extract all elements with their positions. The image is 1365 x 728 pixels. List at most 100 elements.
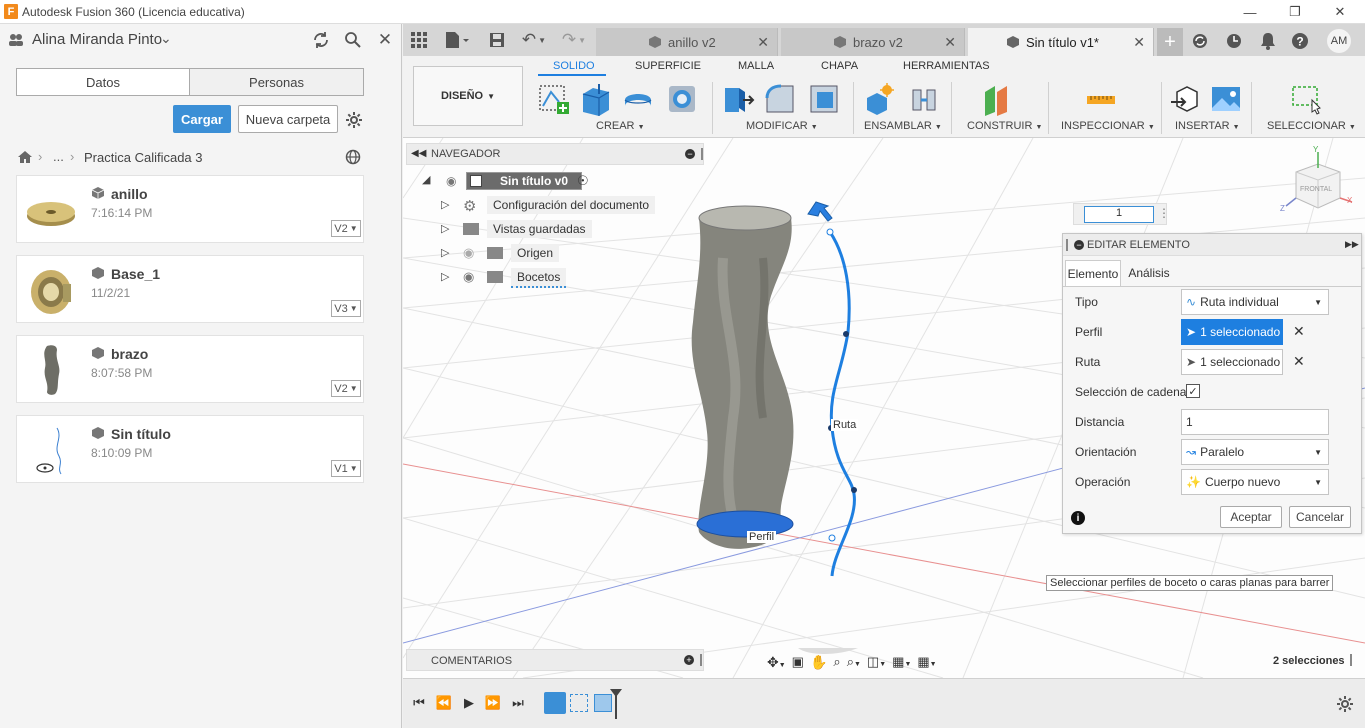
search-icon[interactable]	[343, 30, 363, 50]
file-menu-icon[interactable]	[443, 30, 471, 50]
add-comment-icon[interactable]: +	[684, 655, 694, 665]
undo-icon[interactable]: ↶ ▼	[519, 30, 549, 50]
expand-triangle-icon[interactable]: ◢	[422, 173, 430, 186]
edit-panel-header[interactable]: − EDITAR ELEMENTO ▶▶	[1063, 234, 1361, 256]
clear-profile-icon[interactable]: ✕	[1293, 323, 1305, 340]
joint-icon[interactable]	[907, 82, 941, 116]
measure-icon[interactable]	[1085, 82, 1119, 116]
breadcrumb-ellipsis[interactable]: ...	[53, 149, 64, 164]
job-status-icon[interactable]	[1223, 30, 1245, 52]
help-icon[interactable]: ?	[1289, 30, 1311, 52]
zoom-icon[interactable]: ⌕	[833, 654, 840, 670]
insert-derive-icon[interactable]	[1169, 82, 1203, 116]
ribbon-tab-herramientas[interactable]: HERRAMIENTAS	[903, 60, 990, 72]
group-inspeccionar[interactable]: INSPECCIONAR ▼	[1061, 120, 1155, 132]
viewcube[interactable]: FRONTAL Y X Z	[1280, 145, 1356, 220]
expand-triangle-icon[interactable]: ▷	[441, 222, 449, 235]
eye-icon[interactable]: ◉	[446, 174, 456, 188]
navigator-item-views[interactable]: ▷ Vistas guardadas	[441, 220, 641, 240]
profile-selection[interactable]	[696, 510, 794, 538]
version-dropdown[interactable]: V2 ▼	[331, 220, 361, 237]
grid-settings-icon[interactable]: ▦▼	[892, 654, 911, 670]
tab-anillo[interactable]: anillo v2 ✕	[596, 28, 778, 56]
distance-input[interactable]: 1	[1084, 206, 1154, 223]
timeline-settings-gear-icon[interactable]	[1335, 694, 1355, 714]
panel-pin-icon[interactable]	[700, 654, 702, 666]
file-card-base[interactable]: Base_1 11/2/21 V3 ▼	[16, 255, 364, 323]
navigator-item-settings[interactable]: ▷ ⚙ Configuración del documento	[441, 196, 656, 216]
navigator-root[interactable]: ◢ ◉ Sin título v0 ☉	[420, 172, 600, 190]
close-tab-icon[interactable]: ✕	[944, 34, 956, 51]
minimize-icon[interactable]: —	[1240, 3, 1260, 21]
distance-field[interactable]: 1	[1181, 409, 1329, 435]
sweep-body[interactable]	[691, 207, 794, 549]
expand-triangle-icon[interactable]: ▷	[441, 198, 449, 211]
group-insertar[interactable]: INSERTAR ▼	[1175, 120, 1240, 132]
close-panel-icon[interactable]: ✕	[375, 30, 395, 50]
workspace-switcher[interactable]: DISEÑO ▼	[413, 66, 523, 126]
tab-brazo[interactable]: brazo v2 ✕	[781, 28, 965, 56]
panel-pin-icon[interactable]	[1350, 654, 1352, 666]
refresh-icon[interactable]	[311, 30, 331, 50]
comments-bar[interactable]: COMENTARIOS +	[406, 649, 704, 671]
avatar[interactable]: AM	[1327, 29, 1351, 53]
go-to-end-icon[interactable]: ⏭	[510, 695, 526, 711]
ribbon-tab-malla[interactable]: MALLA	[738, 60, 774, 72]
expand-triangle-icon[interactable]: ▷	[441, 270, 449, 283]
extrude-icon[interactable]	[579, 82, 613, 116]
chain-selection-checkbox[interactable]: ✓	[1186, 384, 1200, 398]
upload-button[interactable]: Cargar	[173, 105, 231, 133]
redo-icon[interactable]: ↷ ▼	[559, 30, 589, 50]
home-icon[interactable]	[17, 150, 33, 164]
extensions-icon[interactable]	[1189, 30, 1211, 52]
display-settings-icon[interactable]: ◫▼	[867, 654, 886, 670]
play-icon[interactable]: ▶	[461, 695, 477, 711]
info-icon[interactable]: i	[1071, 511, 1085, 525]
insert-canvas-icon[interactable]	[1209, 82, 1243, 116]
navigator-item-sketches[interactable]: ▷ ◉ Bocetos	[441, 268, 641, 288]
viewports-icon[interactable]: ▦▼	[917, 654, 936, 670]
globe-icon[interactable]	[345, 149, 363, 167]
orbit-icon[interactable]: ✥▼	[767, 654, 786, 671]
save-icon[interactable]	[487, 30, 507, 50]
file-card-sin-titulo[interactable]: Sin título 8:10:09 PM V1 ▼	[16, 415, 364, 483]
file-card-brazo[interactable]: brazo 8:07:58 PM V2 ▼	[16, 335, 364, 403]
ribbon-tab-chapa[interactable]: CHAPA	[821, 60, 858, 72]
press-pull-icon[interactable]	[721, 82, 755, 116]
ribbon-tab-superficie[interactable]: SUPERFICIE	[635, 60, 701, 72]
tab-elemento[interactable]: Elemento	[1065, 260, 1121, 286]
eye-icon[interactable]: ◉	[463, 269, 474, 285]
close-window-icon[interactable]: ✕	[1330, 3, 1350, 21]
tab-datos[interactable]: Datos	[16, 68, 190, 96]
orientation-select[interactable]: ↝ Paralelo ▼	[1181, 439, 1329, 465]
fit-icon[interactable]: ⌕▼	[847, 654, 861, 670]
create-sketch-icon[interactable]	[537, 82, 571, 116]
path-selector[interactable]: ➤ 1 seleccionado	[1181, 349, 1283, 375]
group-crear[interactable]: CREAR ▼	[596, 120, 645, 132]
look-at-icon[interactable]: ▣	[792, 654, 804, 670]
direction-arrow-icon[interactable]	[807, 201, 833, 222]
hole-icon[interactable]	[665, 82, 699, 116]
revolve-icon[interactable]	[621, 82, 655, 116]
timeline-sweep-feature[interactable]	[594, 694, 612, 712]
profile-selector[interactable]: ➤ 1 seleccionado	[1181, 319, 1283, 345]
tab-analisis[interactable]: Análisis	[1121, 260, 1177, 286]
navigator-header[interactable]: ◀◀ NAVEGADOR −	[406, 143, 704, 165]
timeline-sketch-feature[interactable]	[544, 692, 566, 714]
ribbon-tab-solido[interactable]: SOLIDO	[553, 60, 595, 72]
step-forward-icon[interactable]: ⏩	[485, 695, 501, 711]
eye-hidden-icon[interactable]: ◉	[463, 245, 474, 261]
activate-radio-icon[interactable]: ☉	[577, 173, 589, 189]
expand-panel-icon[interactable]: ▶▶	[1345, 239, 1359, 250]
shell-icon[interactable]	[807, 82, 841, 116]
expand-triangle-icon[interactable]: ▷	[441, 246, 449, 259]
navigator-item-origin[interactable]: ▷ ◉ Origen	[441, 244, 641, 264]
new-folder-button[interactable]: Nueva carpeta	[238, 105, 338, 133]
step-back-icon[interactable]: ⏪	[436, 695, 452, 711]
go-to-start-icon[interactable]: ⏮	[411, 695, 427, 711]
new-tab-icon[interactable]: +	[1157, 28, 1183, 56]
pan-icon[interactable]: ✋	[810, 654, 827, 671]
notifications-icon[interactable]	[1257, 30, 1279, 52]
close-tab-icon[interactable]: ✕	[1133, 34, 1145, 51]
select-box-icon[interactable]	[1290, 82, 1324, 116]
